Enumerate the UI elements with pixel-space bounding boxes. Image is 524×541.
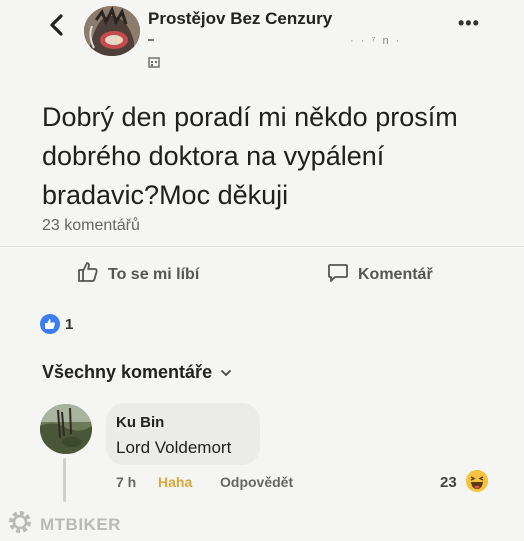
back-arrow-icon[interactable] [44, 10, 70, 40]
reaction-summary[interactable]: 1 [40, 314, 73, 334]
comment-reaction-count[interactable]: 23 [440, 474, 457, 491]
thumbs-up-icon [76, 260, 100, 289]
post-timestamp: · · ⁷ n · [350, 35, 402, 47]
comment-reply-button[interactable]: Odpovědět [220, 474, 293, 490]
comment-label: Komentář [358, 265, 433, 283]
post-text: Dobrý den poradí mi někdo prosím dobrého… [42, 102, 458, 210]
thread-line [63, 458, 66, 502]
comment-time: 7 h [116, 474, 137, 490]
meta-dash [148, 39, 154, 41]
watermark: MTBIKER [6, 508, 121, 541]
chevron-down-icon [220, 362, 232, 383]
all-comments-label: Všechny komentáře [42, 362, 213, 382]
comment-count[interactable]: 23 komentářů [42, 217, 140, 235]
comment-bubble-icon [326, 260, 350, 289]
calendar-icon [148, 55, 160, 68]
more-options-icon[interactable]: ••• [458, 13, 480, 34]
gear-icon [6, 508, 34, 541]
comment-text: Lord Voldemort [116, 438, 232, 457]
reaction-count: 1 [65, 315, 74, 333]
group-avatar[interactable] [84, 6, 140, 56]
like-label: To se mi líbí [108, 265, 200, 283]
all-comments-filter[interactable]: Všechny komentáře [42, 362, 232, 383]
like-button[interactable]: To se mi líbí [76, 260, 199, 289]
watermark-text: MTBIKER [40, 514, 121, 534]
comment-button[interactable]: Komentář [326, 260, 433, 289]
comment-haha-button[interactable]: Haha [158, 474, 192, 490]
haha-emoji-icon [466, 470, 488, 492]
like-reaction-icon [40, 314, 60, 334]
divider [0, 246, 524, 247]
group-name[interactable]: Prostějov Bez Cenzury [148, 9, 332, 29]
comment-author[interactable]: Ku Bin [116, 414, 164, 431]
commenter-avatar[interactable] [40, 404, 92, 454]
